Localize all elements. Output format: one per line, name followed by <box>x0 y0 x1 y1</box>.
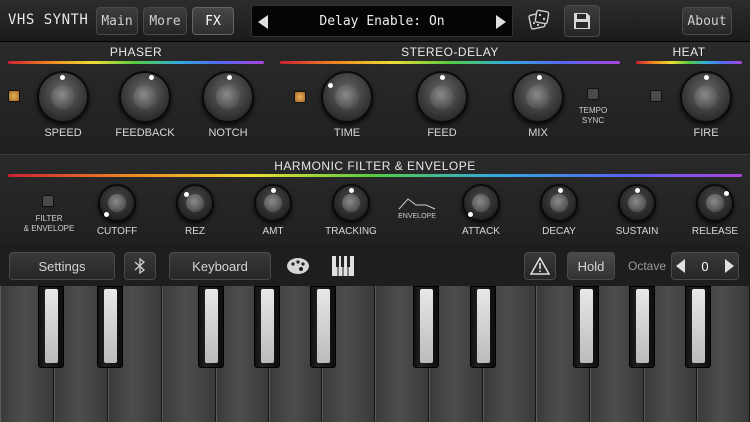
filter-envelope-toggle[interactable] <box>42 195 54 207</box>
fire-knob[interactable] <box>680 71 732 123</box>
sustain-label: SUSTAIN <box>615 226 659 237</box>
amt-knob[interactable] <box>254 184 292 222</box>
attack-knob[interactable] <box>462 184 500 222</box>
time-knob[interactable] <box>321 71 373 123</box>
harmonic-filter-rainbow-divider <box>8 174 742 177</box>
phaser-enable-toggle[interactable] <box>8 90 20 102</box>
warning-button[interactable] <box>524 252 556 280</box>
phaser-title: PHASER <box>109 45 163 59</box>
speed-label: SPEED <box>44 127 82 139</box>
feed-label: FEED <box>427 127 457 139</box>
hold-button[interactable]: Hold <box>567 252 615 280</box>
fire-label: FIRE <box>693 127 719 139</box>
black-key[interactable] <box>685 286 711 368</box>
tab-main[interactable]: Main <box>96 7 138 35</box>
heat-enable-toggle[interactable] <box>650 90 662 102</box>
octave-down-icon[interactable] <box>676 259 685 273</box>
decay-label: DECAY <box>542 226 576 237</box>
black-key[interactable] <box>97 286 123 368</box>
sustain-knob[interactable] <box>618 184 656 222</box>
piano-icon[interactable] <box>331 254 355 278</box>
stereo-delay-rainbow-divider <box>280 61 620 64</box>
rez-knob[interactable] <box>176 184 214 222</box>
feedback-knob[interactable] <box>119 71 171 123</box>
mix-label: MIX <box>528 127 548 139</box>
tempo-sync-label-1: TEMPO <box>578 106 608 115</box>
stereo-delay-title: STEREO-DELAY <box>401 45 499 59</box>
bottom-toolbar: Settings Keyboard Hold Octave 0 <box>0 246 750 286</box>
tab-fx[interactable]: FX <box>192 7 234 35</box>
dice-icon[interactable] <box>528 9 550 31</box>
release-knob[interactable] <box>696 184 734 222</box>
parameter-display: Delay Enable: On <box>251 5 513 37</box>
feed-knob[interactable] <box>416 71 468 123</box>
heat-rainbow-divider <box>636 61 742 64</box>
release-label: RELEASE <box>691 226 739 237</box>
filter-envelope-label-1: FILTER <box>35 214 63 223</box>
phaser-rainbow-divider <box>8 61 264 64</box>
save-icon <box>574 13 590 29</box>
settings-button[interactable]: Settings <box>9 252 115 280</box>
black-key[interactable] <box>470 286 496 368</box>
feedback-label: FEEDBACK <box>115 127 175 139</box>
palette-icon[interactable] <box>285 257 311 275</box>
filter-envelope-label-2: & ENVELOPE <box>23 224 75 233</box>
envelope-label: ENVELOPE <box>398 213 436 220</box>
app-title: VHS SYNTH <box>8 12 89 28</box>
tab-more[interactable]: More <box>143 7 187 35</box>
tracking-knob[interactable] <box>332 184 370 222</box>
time-label: TIME <box>333 127 361 139</box>
rez-label: REZ <box>185 226 205 237</box>
attack-label: ATTACK <box>462 226 500 237</box>
bluetooth-icon <box>134 257 146 275</box>
warning-icon <box>530 257 550 275</box>
black-key[interactable] <box>38 286 64 368</box>
next-arrow-icon[interactable] <box>496 15 506 29</box>
octave-label: Octave <box>628 259 667 273</box>
black-key[interactable] <box>198 286 224 368</box>
black-key[interactable] <box>573 286 599 368</box>
speed-knob[interactable] <box>37 71 89 123</box>
cutoff-label: CUTOFF <box>96 226 138 237</box>
piano-keyboard[interactable] <box>0 286 750 422</box>
decay-knob[interactable] <box>540 184 578 222</box>
bluetooth-button[interactable] <box>124 252 156 280</box>
black-key[interactable] <box>310 286 336 368</box>
save-button[interactable] <box>564 5 600 37</box>
tracking-label: TRACKING <box>325 226 377 237</box>
octave-value: 0 <box>701 258 709 274</box>
display-text: Delay Enable: On <box>319 14 445 29</box>
tempo-sync-label-2: SYNC <box>581 116 605 125</box>
mix-knob[interactable] <box>512 71 564 123</box>
previous-arrow-icon[interactable] <box>258 15 268 29</box>
keyboard-button[interactable]: Keyboard <box>169 252 271 280</box>
octave-up-icon[interactable] <box>724 259 734 273</box>
heat-title: HEAT <box>672 45 706 59</box>
black-key[interactable] <box>254 286 280 368</box>
tempo-sync-toggle[interactable] <box>587 88 599 100</box>
amt-label: AMT <box>262 226 284 237</box>
black-key[interactable] <box>413 286 439 368</box>
stereo-delay-enable-toggle[interactable] <box>294 91 306 103</box>
about-button[interactable]: About <box>682 7 732 35</box>
top-bar: VHS SYNTH Main More FX Delay Enable: On … <box>0 0 750 42</box>
notch-label: NOTCH <box>208 127 248 139</box>
notch-knob[interactable] <box>202 71 254 123</box>
envelope-shape-icon <box>398 196 436 210</box>
black-key[interactable] <box>629 286 655 368</box>
harmonic-filter-title: HARMONIC FILTER & ENVELOPE <box>274 159 476 173</box>
octave-stepper[interactable]: 0 <box>671 252 739 280</box>
cutoff-knob[interactable] <box>98 184 136 222</box>
